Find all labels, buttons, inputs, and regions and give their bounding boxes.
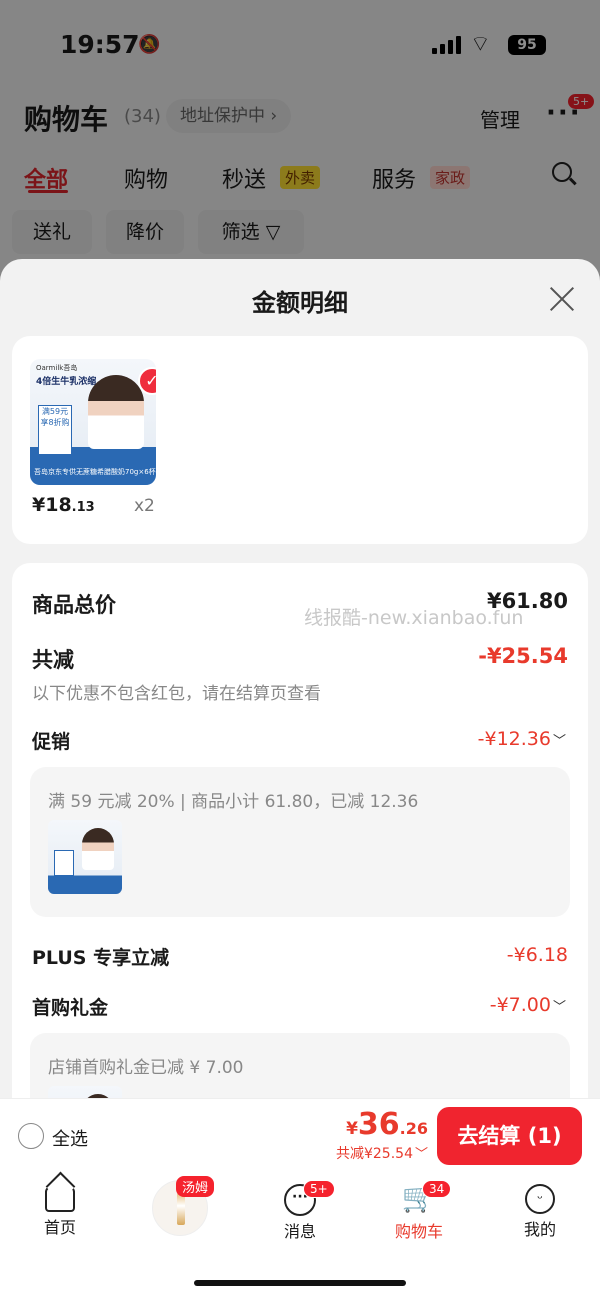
tabbar-messages-label: 消息	[283, 1222, 316, 1241]
total-price: ¥36.26	[346, 1107, 428, 1142]
checkout-button[interactable]: 去结算 (1)	[437, 1107, 582, 1165]
chevron-down-icon: ﹀	[552, 734, 566, 749]
plus-value: -¥6.18	[506, 944, 568, 966]
select-all-radio[interactable]	[18, 1123, 44, 1149]
gift-detail-text: 店铺首购礼金已减 ¥ 7.00	[48, 1058, 244, 1078]
gift-value-toggle[interactable]: -¥7.00 ﹀	[490, 994, 566, 1016]
home-icon	[45, 1186, 75, 1212]
cart-badge: 34	[422, 1180, 452, 1198]
home-indicator[interactable]	[194, 1280, 406, 1286]
first-purchase-gift-label: 首购礼金	[32, 997, 109, 1019]
tabbar-messages[interactable]: ··· 消息 5+	[255, 1180, 345, 1242]
product-card: Oarmilk吾岛 4倍生牛乳浓缩 满59元 享8折购 吾岛京东专供无蔗糖希腊酸…	[12, 336, 588, 544]
checkout-bar: 全选 ¥36.26 共减¥25.54 ﹀ 去结算 (1)	[0, 1098, 600, 1172]
messages-badge: 5+	[303, 1180, 335, 1198]
image-headline: 4倍生牛乳浓缩	[36, 377, 97, 387]
promo-detail-text: 满 59 元减 20% | 商品小计 61.80，已减 12.36	[48, 792, 419, 812]
goods-total-value: ¥61.80	[486, 589, 568, 613]
promo-detail-box: 满 59 元减 20% | 商品小计 61.80，已减 12.36	[30, 767, 570, 917]
image-panel: 满59元 享8折购	[38, 405, 72, 455]
goods-total-label: 商品总价	[32, 593, 116, 617]
promo-product-thumbnail	[48, 820, 122, 894]
model-photo	[88, 375, 144, 449]
chevron-down-icon: ﹀	[552, 1000, 566, 1015]
product-quantity: x2	[134, 496, 155, 516]
reduce-label: 共减	[32, 648, 74, 672]
cart-page-background: 19:57 🔕 ⌔ 95 购物车 (34) 地址保护中 › 管理 ··· 5+ …	[0, 0, 600, 300]
plus-label: PLUS 专享立减	[32, 947, 170, 969]
lipstick-icon	[177, 1193, 185, 1225]
sheet-title: 金额明细	[252, 289, 348, 317]
promo-value-toggle[interactable]: -¥12.36 ﹀	[478, 728, 566, 750]
tabbar-home[interactable]: 首页	[15, 1180, 105, 1238]
image-brand: Oarmilk吾岛	[36, 364, 78, 372]
tabbar-cart[interactable]: 🛒 购物车 34	[374, 1180, 464, 1242]
close-icon[interactable]	[548, 285, 576, 313]
select-all-label[interactable]: 全选	[52, 1125, 88, 1151]
image-caption: 吾岛京东专供无蔗糖希腊酸奶70g×6杯	[34, 468, 156, 476]
product-price: ¥18.13	[32, 494, 95, 516]
reduce-note: 以下优惠不包含红包，请在结算页查看	[32, 684, 321, 704]
dim-overlay[interactable]	[0, 0, 600, 300]
tabbar-home-label: 首页	[43, 1218, 76, 1237]
person-icon: ᵕ	[525, 1184, 555, 1214]
tabbar-me-label: 我的	[523, 1220, 556, 1239]
chevron-down-icon: ﹀	[414, 1147, 428, 1162]
product-image[interactable]: Oarmilk吾岛 4倍生牛乳浓缩 满59元 享8折购 吾岛京东专供无蔗糖希腊酸…	[30, 359, 156, 485]
tabbar-me[interactable]: ᵕ 我的	[495, 1180, 585, 1240]
promo-label: 促销	[32, 731, 71, 753]
promo-entry-tag: 汤姆	[176, 1176, 215, 1197]
total-discount-toggle[interactable]: 共减¥25.54 ﹀	[336, 1143, 428, 1163]
reduce-value: -¥25.54	[478, 644, 568, 668]
tabbar-cart-label: 购物车	[394, 1222, 443, 1241]
